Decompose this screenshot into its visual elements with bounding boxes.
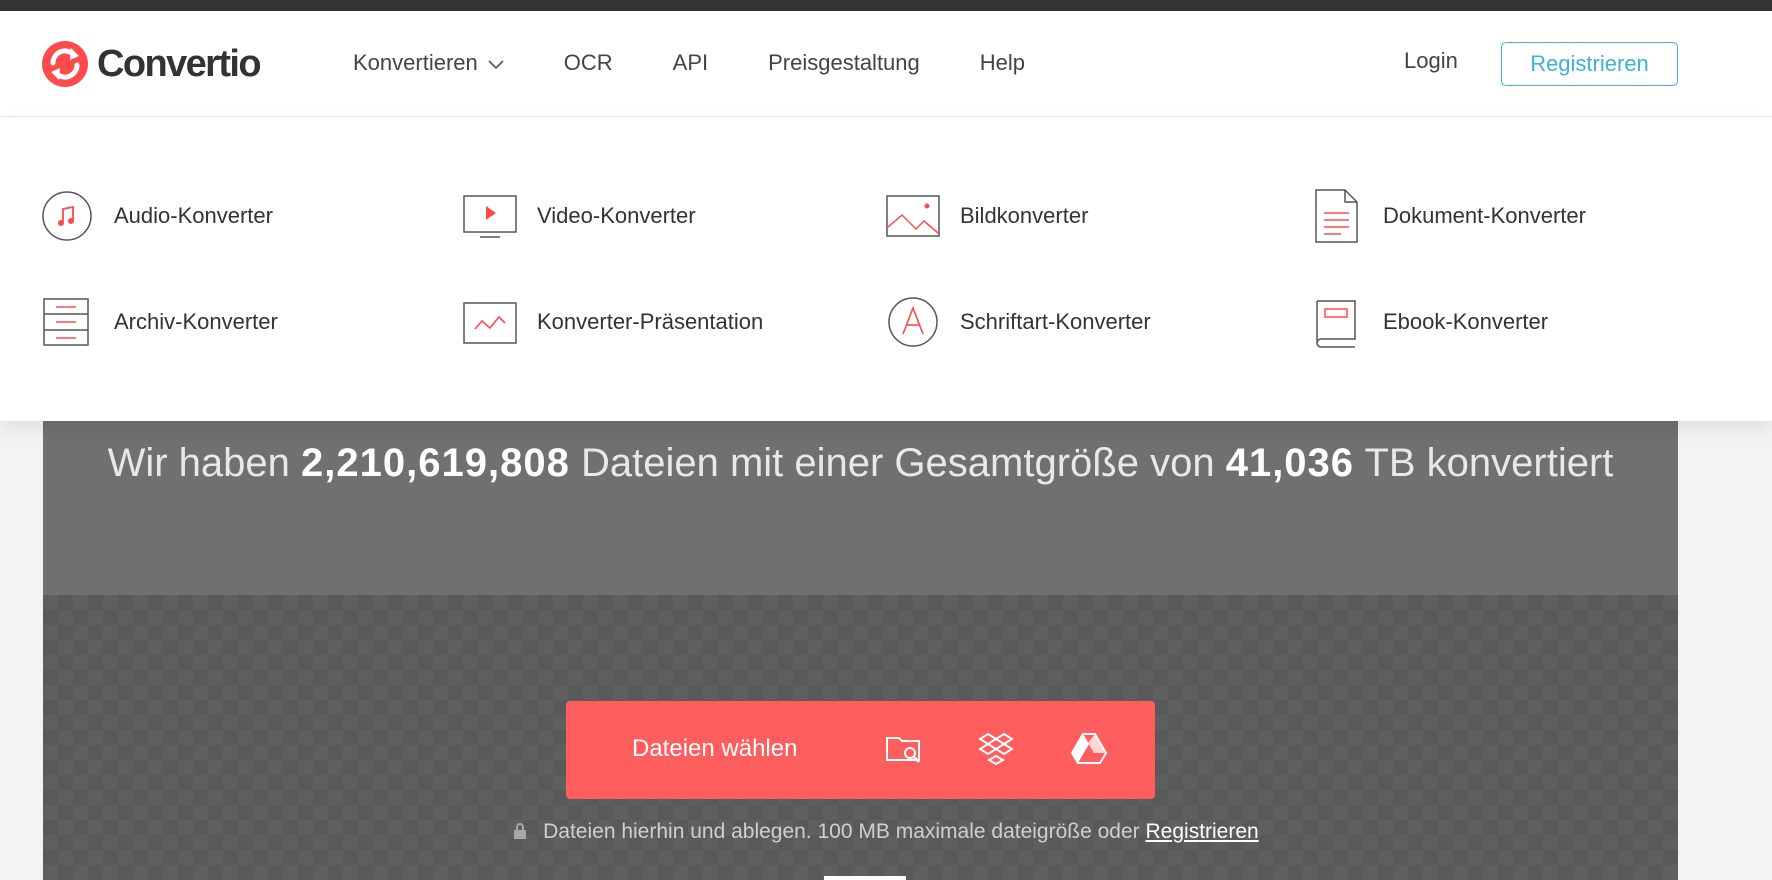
scroll-indicator xyxy=(824,876,906,880)
folder-search-icon[interactable] xyxy=(884,729,924,769)
drop-hint-text: Dateien hierhin und ablegen. 100 MB maxi… xyxy=(543,820,1140,843)
brand-logo[interactable]: Convertio xyxy=(42,40,262,88)
dropdown-item-ebook[interactable]: Ebook-Konverter xyxy=(1309,295,1548,349)
hero-section: Wir haben 2,210,619,808 Dateien mit eine… xyxy=(43,421,1678,880)
chevron-down-icon xyxy=(488,59,504,69)
dropdown-item-video-label: Video-Konverter xyxy=(537,203,696,228)
files-count: 2,210,619,808 xyxy=(301,441,570,485)
choose-files-label: Dateien wählen xyxy=(632,735,798,762)
dropdown-item-image-label: Bildkonverter xyxy=(960,203,1089,228)
hero-stats-area: Wir haben 2,210,619,808 Dateien mit eine… xyxy=(43,421,1678,595)
main-nav: Konvertieren OCR API Preisgestaltung Hel… xyxy=(353,47,1085,79)
stats-suffix: TB konvertiert xyxy=(1364,441,1614,485)
ebook-icon xyxy=(1316,300,1356,348)
choose-files-button[interactable]: Dateien wählen xyxy=(566,701,1155,799)
hint-register-link[interactable]: Registrieren xyxy=(1146,820,1259,843)
dropdown-item-audio-label: Audio-Konverter xyxy=(114,203,273,228)
brand-name: Convertio xyxy=(97,42,262,85)
dropdown-item-font-label: Schriftart-Konverter xyxy=(960,309,1151,334)
top-dark-bar xyxy=(0,0,1772,11)
font-icon xyxy=(888,297,938,347)
register-button[interactable]: Registrieren xyxy=(1501,42,1678,86)
lock-icon xyxy=(514,823,527,839)
dropdown-item-font[interactable]: Schriftart-Konverter xyxy=(886,295,1151,349)
nav-konvertieren[interactable]: Konvertieren xyxy=(353,50,504,76)
stats-prefix: Wir haben xyxy=(107,441,290,485)
conversion-stats: Wir haben 2,210,619,808 Dateien mit eine… xyxy=(43,441,1678,486)
site-header: Convertio Konvertieren OCR API Preisgest… xyxy=(0,11,1772,117)
nav-api[interactable]: API xyxy=(673,50,708,76)
dropdown-item-document[interactable]: Dokument-Konverter xyxy=(1309,189,1586,243)
dropdown-item-audio[interactable]: Audio-Konverter xyxy=(40,189,273,243)
music-note-icon xyxy=(42,191,92,241)
dropdown-item-video[interactable]: Video-Konverter xyxy=(463,189,696,243)
dropdown-item-ebook-label: Ebook-Konverter xyxy=(1383,309,1549,334)
video-play-icon xyxy=(463,195,517,238)
nav-ocr[interactable]: OCR xyxy=(564,50,613,76)
dropdown-item-archive-label: Archiv-Konverter xyxy=(114,309,278,334)
image-icon xyxy=(886,195,940,237)
dropdown-item-presentation[interactable]: Konverter-Präsentation xyxy=(463,295,763,349)
dropdown-item-archive[interactable]: Archiv-Konverter xyxy=(40,295,278,349)
converter-dropdown-menu: Audio-Konverter Video-Konverter Bildkonv… xyxy=(0,117,1772,421)
nav-pricing[interactable]: Preisgestaltung xyxy=(768,50,920,76)
archive-icon xyxy=(43,298,89,346)
dropdown-item-presentation-label: Konverter-Präsentation xyxy=(537,309,764,334)
drop-hint: Dateien hierhin und ablegen. 100 MB maxi… xyxy=(0,820,1772,844)
document-icon xyxy=(1315,189,1358,243)
nav-konvertieren-label: Konvertieren xyxy=(353,50,478,75)
total-size: 41,036 xyxy=(1225,441,1355,485)
dropdown-item-document-label: Dokument-Konverter xyxy=(1383,203,1586,228)
dropdown-item-image[interactable]: Bildkonverter xyxy=(886,189,1088,243)
login-link[interactable]: Login xyxy=(1404,48,1458,74)
convertio-logo-icon xyxy=(42,41,88,87)
google-drive-icon[interactable] xyxy=(1069,729,1109,769)
nav-help[interactable]: Help xyxy=(980,50,1025,76)
dropbox-icon[interactable] xyxy=(976,729,1016,769)
presentation-chart-icon xyxy=(463,302,517,344)
stats-middle: Dateien mit einer Gesamtgröße von xyxy=(580,441,1215,485)
